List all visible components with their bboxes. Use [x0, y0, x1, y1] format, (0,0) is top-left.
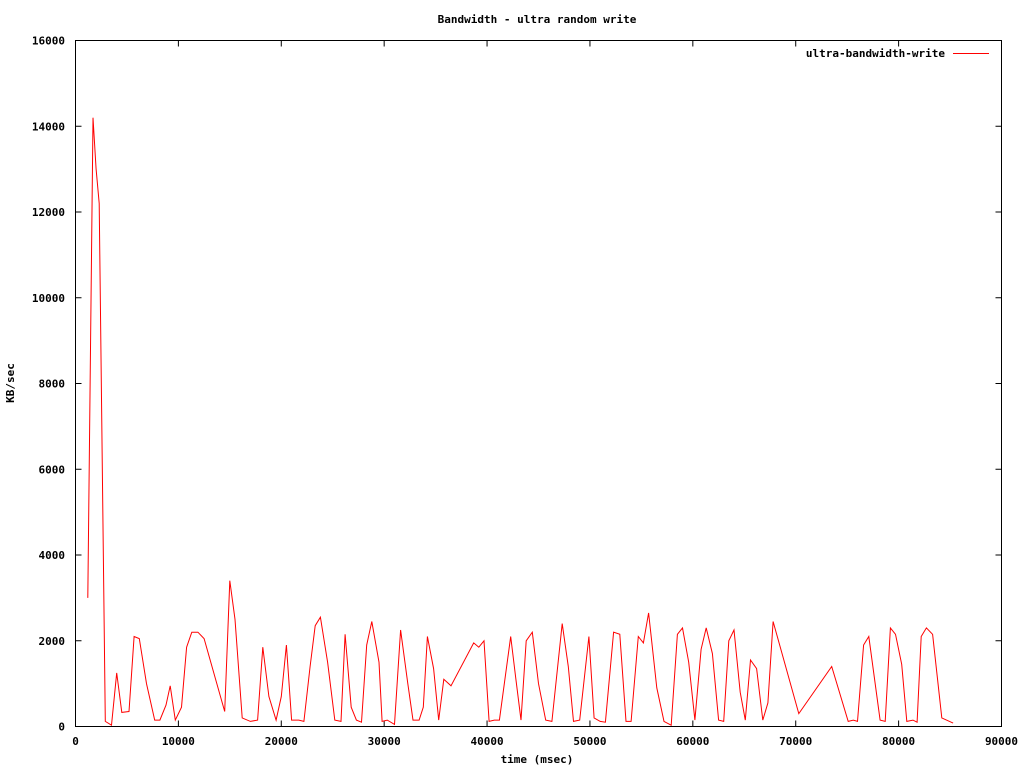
x-tick-label: 80000 [882, 735, 915, 748]
axis-ticks: 0 10000 20000 30000 40000 50000 60000 70000 8000… [32, 35, 1018, 749]
y-tick-label: 0 [58, 721, 65, 734]
x-tick-label: 70000 [779, 735, 812, 748]
y-tick-label: 14000 [32, 120, 65, 133]
y-tick-label: 8000 [39, 378, 66, 391]
series-line-ultra-bandwidth-write [87, 117, 954, 727]
legend: ultra-bandwidth-write [806, 47, 989, 60]
x-tick-label: 60000 [676, 735, 709, 748]
x-tick-label: 40000 [470, 735, 503, 748]
x-tick-label: 0 [72, 735, 79, 748]
y-tick-label: 6000 [39, 463, 66, 476]
chart: Bandwidth - ultra random write KB/sec ti… [4, 13, 1018, 766]
y-axis-label: KB/sec [4, 363, 17, 403]
y-tick-label: 2000 [39, 635, 66, 648]
y-tick-label: 16000 [32, 35, 65, 48]
x-tick-label: 90000 [985, 735, 1018, 748]
x-axis-label: time (msec) [501, 753, 574, 766]
series-layer [87, 117, 954, 727]
x-tick-label: 20000 [265, 735, 298, 748]
y-tick-label: 10000 [32, 292, 65, 305]
y-tick-label: 4000 [39, 549, 66, 562]
y-tick-label: 12000 [32, 206, 65, 219]
x-tick-label: 50000 [573, 735, 606, 748]
legend-label: ultra-bandwidth-write [806, 47, 945, 60]
chart-title: Bandwidth - ultra random write [438, 13, 637, 26]
plot-frame [75, 40, 1002, 727]
x-tick-label: 30000 [368, 735, 401, 748]
x-tick-label: 10000 [162, 735, 195, 748]
